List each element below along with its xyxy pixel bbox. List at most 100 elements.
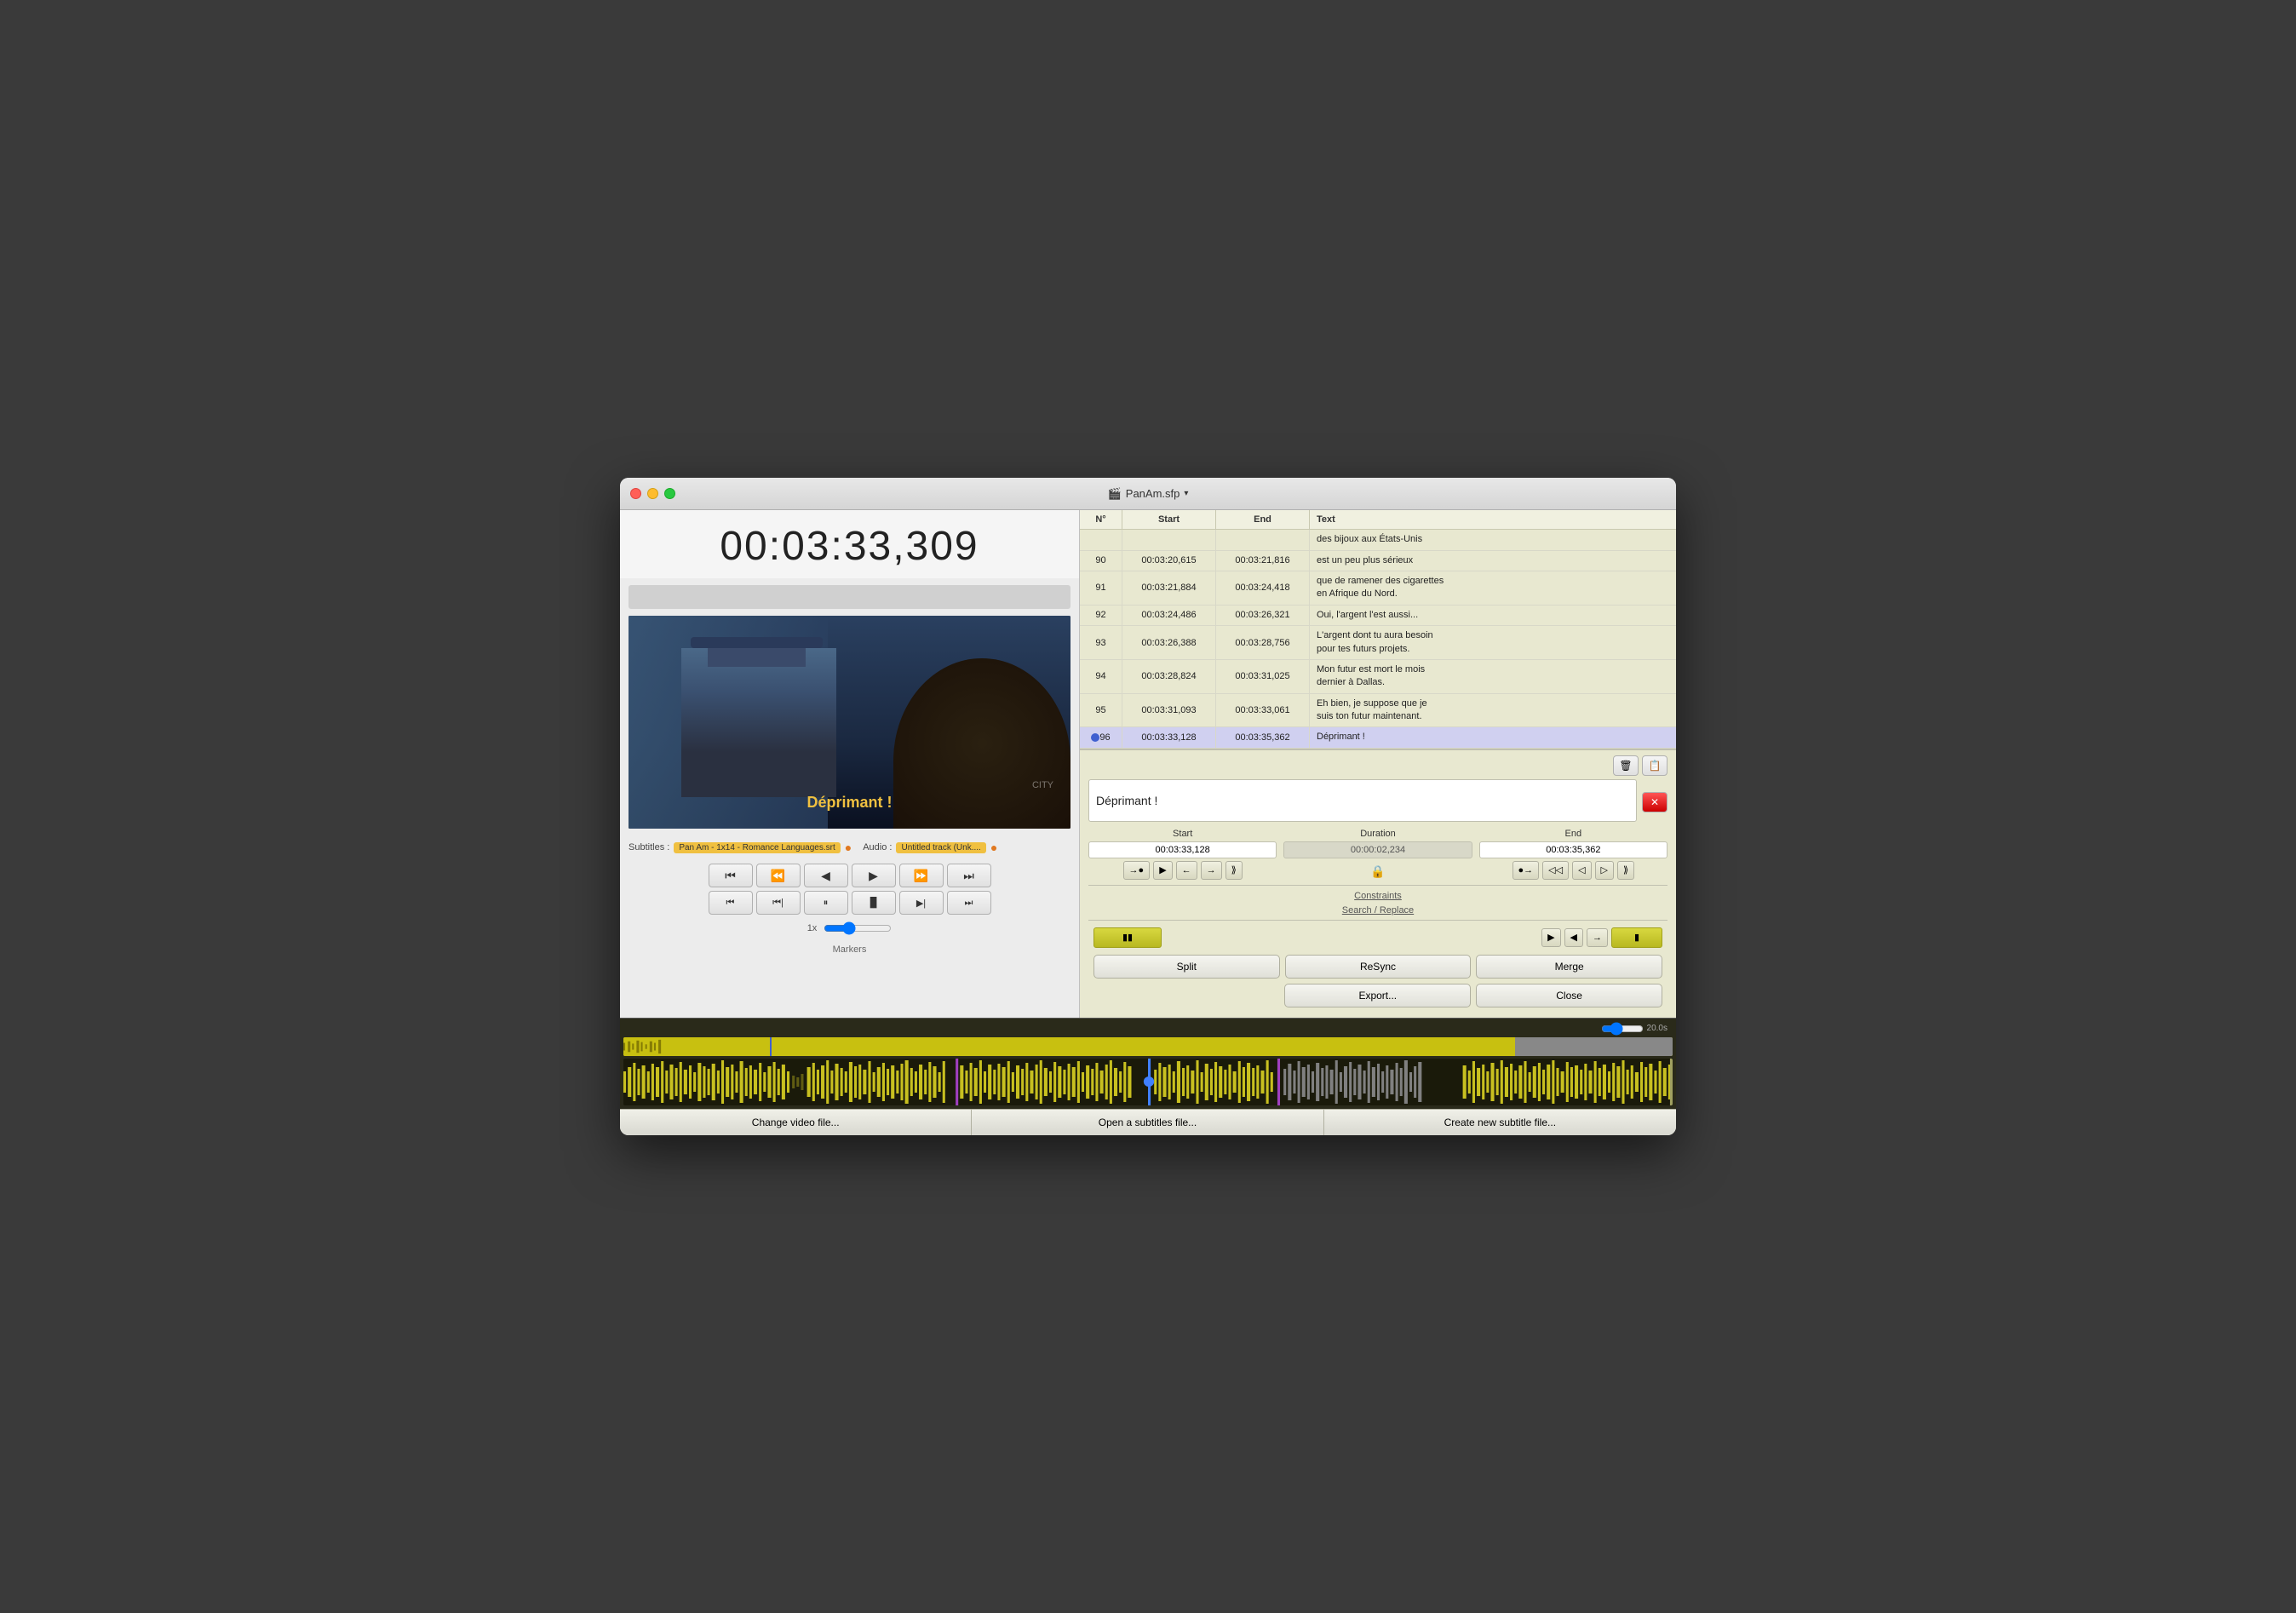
table-row[interactable]: 9200:03:24,48600:03:26,321Oui, l'argent … bbox=[1080, 606, 1676, 626]
step-back-btn[interactable]: ◀ bbox=[804, 864, 848, 887]
subtitle-file-tag[interactable]: Pan Am - 1x14 - Romance Languages.srt bbox=[674, 842, 840, 853]
subtitle-tag-icon: ● bbox=[845, 841, 852, 854]
start-input[interactable] bbox=[1088, 841, 1277, 858]
timecode-value: 00:03:33,309 bbox=[720, 524, 979, 569]
minimize-button[interactable] bbox=[647, 488, 658, 499]
search-replace-link[interactable]: Search / Replace bbox=[1088, 904, 1667, 917]
end-left-btn[interactable]: ◁◁ bbox=[1542, 861, 1569, 880]
chevron-down-icon[interactable]: ▾ bbox=[1184, 489, 1188, 498]
table-row[interactable]: 9300:03:26,38800:03:28,756L'argent dont … bbox=[1080, 626, 1676, 660]
audio-tag-icon: ● bbox=[990, 841, 997, 854]
export-button[interactable]: Export... bbox=[1284, 984, 1471, 1007]
fast-forward-btn[interactable]: ⏩ bbox=[899, 864, 944, 887]
transport-controls: ⏮ ⏪ ◀ ▶ ⏩ ⏭ ⏮ ⏮| ⏸ ▐▌ ▶| ⏭ bbox=[620, 859, 1079, 943]
close-button[interactable]: Close bbox=[1476, 984, 1662, 1007]
table-row[interactable]: des bijoux aux États-Unis bbox=[1080, 530, 1676, 550]
table-body: des bijoux aux États-Unis9000:03:20,6150… bbox=[1080, 530, 1676, 749]
prev-sub-btn[interactable]: ⏮ bbox=[709, 891, 753, 915]
delete-row-btn[interactable]: 🗑 bbox=[1613, 755, 1639, 776]
timing-start-col: Start →● ▶ ← → ⟫ bbox=[1088, 829, 1277, 881]
start-left-btn[interactable]: ← bbox=[1176, 861, 1197, 880]
td-start bbox=[1122, 530, 1216, 549]
prev-frame-btn[interactable]: ⏮| bbox=[756, 891, 801, 915]
frame-step-btn[interactable]: ▐▌ bbox=[852, 891, 896, 915]
speed-label: 1x bbox=[807, 923, 818, 933]
merge-button[interactable]: Merge bbox=[1476, 955, 1662, 979]
skip-to-end-btn[interactable]: ⏭ bbox=[947, 864, 991, 887]
table-row[interactable]: 9500:03:31,09300:03:33,061Eh bien, je su… bbox=[1080, 694, 1676, 728]
subtitle-edit-field[interactable]: Déprimant ! bbox=[1088, 779, 1637, 822]
subtitle-table[interactable]: N° Start End Text des bijoux aux États-U… bbox=[1080, 510, 1676, 749]
col-header-text: Text bbox=[1310, 510, 1676, 529]
maximize-button[interactable] bbox=[664, 488, 675, 499]
table-row[interactable]: 9100:03:21,88400:03:24,418que de ramener… bbox=[1080, 571, 1676, 606]
wf-play-btn[interactable]: ▶ bbox=[1541, 928, 1560, 947]
td-end: 00:03:33,061 bbox=[1216, 694, 1310, 727]
video-frame: Déprimant ! CITY bbox=[629, 616, 1071, 829]
td-end: 00:03:35,362 bbox=[1216, 727, 1310, 747]
markers-label: Markers bbox=[620, 943, 1079, 961]
end-right-btn[interactable]: ▷ bbox=[1595, 861, 1614, 880]
subtitle-edit-text: Déprimant ! bbox=[1096, 794, 1157, 807]
open-subtitles-button[interactable]: Open a subtitles file... bbox=[972, 1110, 1323, 1135]
titlebar: 🎬 PanAm.sfp ▾ bbox=[620, 478, 1676, 510]
td-text: que de ramener des cigarettes en Afrique… bbox=[1310, 571, 1676, 605]
speed-slider[interactable] bbox=[824, 921, 892, 935]
resync-button[interactable]: ReSync bbox=[1285, 955, 1472, 979]
action-buttons-row: Split ReSync Merge bbox=[1088, 951, 1667, 982]
waveform-left-btn[interactable]: ▮▮ bbox=[1093, 927, 1162, 948]
td-num: 96 bbox=[1080, 727, 1122, 747]
table-row[interactable]: 9000:03:20,61500:03:21,816est un peu plu… bbox=[1080, 551, 1676, 571]
delete-subtitle-btn[interactable]: ✕ bbox=[1642, 792, 1667, 812]
end-left2-btn[interactable]: ◁ bbox=[1572, 861, 1591, 880]
separator-1 bbox=[1088, 885, 1667, 886]
td-start: 00:03:20,615 bbox=[1122, 551, 1216, 571]
subtitle-overlay: Déprimant ! bbox=[806, 794, 892, 812]
end-right2-btn[interactable]: ⟫ bbox=[1617, 861, 1634, 880]
rewind-btn[interactable]: ⏪ bbox=[756, 864, 801, 887]
edit-note-btn[interactable]: 📋 bbox=[1642, 755, 1667, 776]
start-play-btn[interactable]: ▶ bbox=[1153, 861, 1172, 880]
audio-file-tag[interactable]: Untitled track (Unk.... bbox=[896, 842, 985, 853]
end-label: End bbox=[1565, 829, 1582, 839]
end-input[interactable] bbox=[1479, 841, 1667, 858]
td-start: 00:03:21,884 bbox=[1122, 571, 1216, 605]
wf-right-btn[interactable]: → bbox=[1587, 928, 1608, 947]
watermark: CITY bbox=[1032, 780, 1053, 790]
next-sub-btn[interactable]: ⏭ bbox=[947, 891, 991, 915]
table-row[interactable]: 9600:03:33,12800:03:35,362Déprimant ! bbox=[1080, 727, 1676, 748]
zoom-slider[interactable] bbox=[1601, 1022, 1644, 1036]
td-text: Eh bien, je suppose que je suis ton futu… bbox=[1310, 694, 1676, 727]
timing-duration-col: Duration 🔒 bbox=[1283, 829, 1472, 881]
scrub-bar[interactable] bbox=[629, 585, 1071, 609]
col-header-end: End bbox=[1216, 510, 1310, 529]
timeline-waveform-svg bbox=[623, 1039, 1673, 1054]
change-video-button[interactable]: Change video file... bbox=[620, 1110, 972, 1135]
audio-label: Audio : bbox=[863, 842, 892, 852]
constraints-link[interactable]: Constraints bbox=[1088, 888, 1667, 904]
td-start: 00:03:31,093 bbox=[1122, 694, 1216, 727]
control-row-2: ⏮ ⏮| ⏸ ▐▌ ▶| ⏭ bbox=[629, 891, 1071, 915]
wf-back-btn[interactable]: ◀ bbox=[1564, 928, 1583, 947]
create-subtitle-button[interactable]: Create new subtitle file... bbox=[1324, 1110, 1676, 1135]
td-start: 00:03:26,388 bbox=[1122, 626, 1216, 659]
waveform-main[interactable] bbox=[623, 1059, 1673, 1105]
pause-btn[interactable]: ⏸ bbox=[804, 891, 848, 915]
action-icons-row: 🗑 📋 bbox=[1088, 755, 1667, 776]
end-go-btn[interactable]: ●→ bbox=[1512, 861, 1540, 880]
next-sub-start-btn[interactable]: ▶| bbox=[899, 891, 944, 915]
start-go-btn[interactable]: →● bbox=[1123, 861, 1151, 880]
col-header-num: N° bbox=[1080, 510, 1122, 529]
col-header-start: Start bbox=[1122, 510, 1216, 529]
split-button[interactable]: Split bbox=[1093, 955, 1280, 979]
skip-to-start-btn[interactable]: ⏮ bbox=[709, 864, 753, 887]
start-plus-btn[interactable]: ⟫ bbox=[1225, 861, 1243, 880]
start-right-btn[interactable]: → bbox=[1201, 861, 1222, 880]
start-label: Start bbox=[1173, 829, 1192, 839]
play-btn[interactable]: ▶ bbox=[852, 864, 896, 887]
timeline-mini[interactable] bbox=[623, 1037, 1673, 1056]
close-button[interactable] bbox=[630, 488, 641, 499]
timing-end-col: End ●→ ◁◁ ◁ ▷ ⟫ bbox=[1479, 829, 1667, 881]
table-row[interactable]: 9400:03:28,82400:03:31,025Mon futur est … bbox=[1080, 660, 1676, 694]
waveform-right-btn[interactable]: ▮ bbox=[1611, 927, 1662, 948]
